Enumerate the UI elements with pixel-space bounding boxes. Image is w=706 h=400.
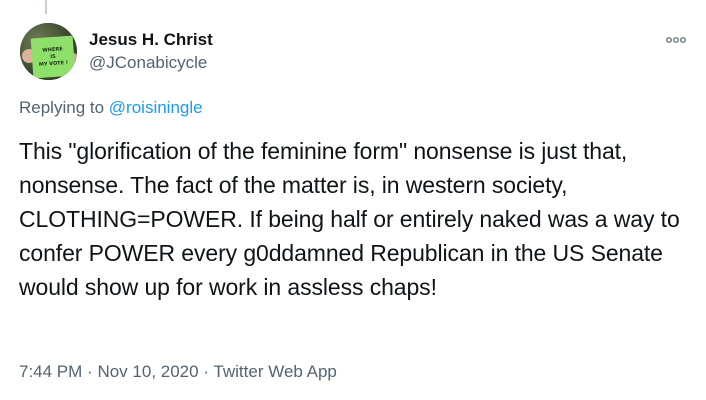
more-options-button[interactable]	[666, 30, 686, 50]
avatar-sign-line-3: MY VOTE !	[38, 59, 69, 68]
tweet-source[interactable]: Twitter Web App	[213, 362, 336, 381]
thread-connector-line	[45, 0, 47, 14]
author-display-name[interactable]: Jesus H. Christ	[89, 30, 213, 50]
tweet-meta: 7:44 PM · Nov 10, 2020 · Twitter Web App	[19, 362, 337, 382]
author-names: Jesus H. Christ @JConabicycle	[89, 30, 213, 73]
more-options-icon	[666, 37, 686, 43]
tweet-date[interactable]: Nov 10, 2020	[97, 362, 198, 381]
replying-to-label: Replying to	[19, 98, 105, 117]
meta-separator-2: ·	[203, 362, 209, 381]
reply-mention-link[interactable]: @roisiningle	[109, 98, 203, 117]
tweet-time[interactable]: 7:44 PM	[19, 362, 82, 381]
tweet-card: WHERE IS MY VOTE ! Jesus H. Christ @JCon…	[0, 0, 706, 400]
meta-separator-1: ·	[87, 362, 93, 381]
author-handle[interactable]: @JConabicycle	[89, 53, 213, 73]
tweet-text: This "glorification of the feminine form…	[19, 138, 680, 300]
avatar-protest-sign: WHERE IS MY VOTE !	[30, 35, 76, 79]
replying-to-line: Replying to @roisiningle	[19, 98, 203, 118]
avatar[interactable]: WHERE IS MY VOTE !	[20, 23, 77, 80]
